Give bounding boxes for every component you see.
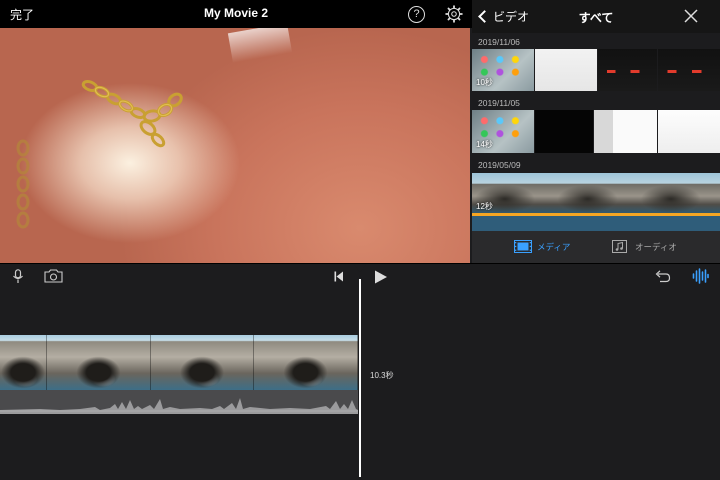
imovie-editor: 完了 My Movie 2 ? ビデオ すべて 2019/11/06 10秒 2…: [0, 0, 720, 480]
clip-row[interactable]: 10秒: [472, 49, 720, 91]
media-tab-bar: メディア オーディオ: [472, 231, 720, 263]
video-thumbnail[interactable]: [658, 49, 720, 91]
media-browser: ビデオ すべて 2019/11/06 10秒 2019/11/05 14秒 20…: [472, 0, 720, 263]
playhead[interactable]: [359, 279, 361, 477]
project-title: My Movie 2: [203, 6, 269, 20]
date-header: 2019/11/05: [478, 98, 520, 108]
tab-audio[interactable]: オーディオ: [612, 240, 677, 253]
tab-media-label: メディア: [537, 241, 571, 252]
clip-frame: [47, 335, 151, 390]
tab-audio-label: オーディオ: [635, 241, 677, 252]
video-thumbnail[interactable]: 12秒: [472, 173, 554, 215]
camera-icon[interactable]: [44, 269, 63, 283]
clip-row[interactable]: 14秒: [472, 110, 720, 153]
waveform-icon[interactable]: [692, 268, 709, 284]
playhead-marker: [354, 265, 366, 272]
video-thumbnail[interactable]: 10秒: [472, 49, 534, 91]
clip-duration: 10秒: [476, 78, 493, 87]
clip-frame: [254, 335, 358, 390]
tab-media[interactable]: メディア: [514, 240, 570, 253]
date-header: 2019/05/09: [478, 160, 521, 170]
date-header: 2019/11/06: [478, 37, 520, 47]
skip-to-start-icon[interactable]: [334, 271, 344, 282]
chain-edge-image: [16, 139, 30, 229]
video-thumbnail[interactable]: [594, 110, 657, 153]
microphone-icon[interactable]: [12, 269, 24, 284]
top-bar: 完了 My Movie 2 ?: [0, 0, 472, 28]
light-reflection: [227, 28, 293, 63]
clip-frame: [0, 335, 48, 390]
video-preview[interactable]: [0, 28, 470, 263]
music-note-icon: [612, 240, 627, 253]
close-icon[interactable]: [684, 9, 698, 23]
video-thumbnail[interactable]: [597, 49, 658, 91]
video-clip[interactable]: [0, 335, 358, 390]
video-thumbnail[interactable]: [534, 49, 597, 91]
clip-duration: 12秒: [476, 202, 493, 211]
question-circle-icon[interactable]: ?: [408, 6, 425, 23]
audio-track[interactable]: [0, 390, 358, 414]
undo-icon[interactable]: [654, 269, 671, 283]
video-thumbnail[interactable]: [658, 110, 720, 153]
timeline[interactable]: 10.3秒: [0, 263, 720, 480]
gold-chain-image: [81, 80, 183, 148]
play-icon[interactable]: [374, 270, 388, 284]
media-browser-header: ビデオ すべて: [472, 0, 720, 33]
clip-duration-label: 10.3秒: [370, 371, 394, 380]
clip-row-overflow: [472, 216, 720, 231]
filmstrip-icon: [514, 240, 532, 253]
gear-icon[interactable]: [445, 5, 463, 23]
media-browser-title: すべて: [578, 11, 614, 25]
divider: [0, 263, 720, 264]
video-thumbnail[interactable]: [535, 110, 593, 153]
clip-row[interactable]: 12秒: [472, 173, 720, 215]
video-thumbnail[interactable]: [638, 173, 720, 215]
video-thumbnail[interactable]: 14秒: [472, 110, 534, 153]
clip-frame: [150, 335, 255, 390]
video-thumbnail[interactable]: [554, 173, 638, 215]
audio-waveform: [0, 398, 358, 414]
clip-duration: 14秒: [476, 140, 493, 149]
